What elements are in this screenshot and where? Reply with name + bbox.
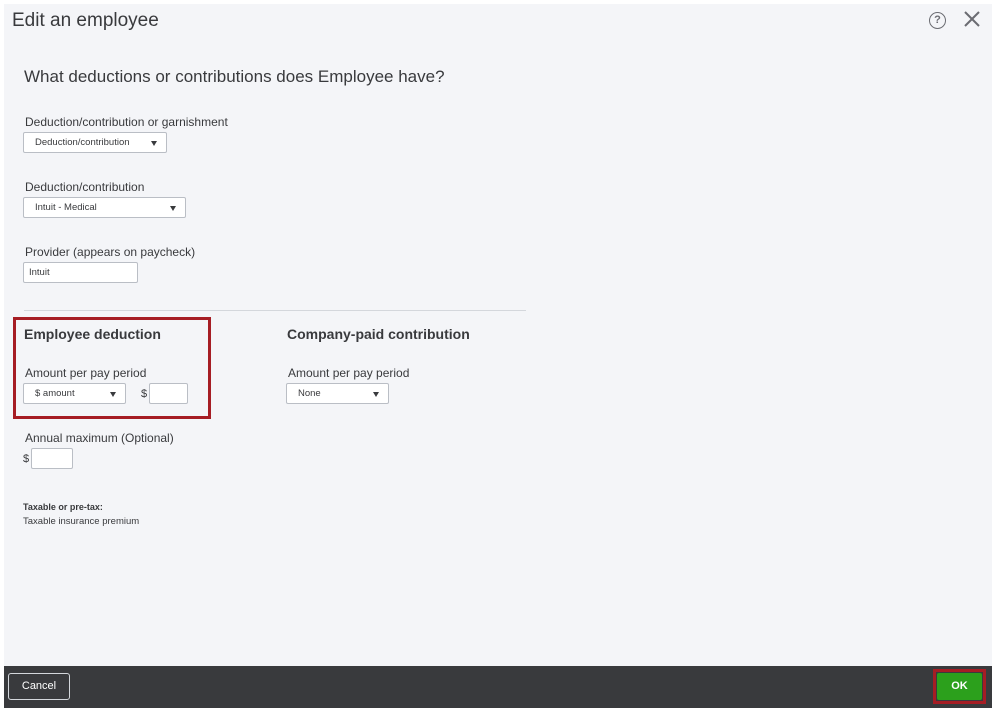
chevron-down-icon (110, 392, 116, 397)
employee-amount-label: Amount per pay period (25, 366, 147, 380)
employee-amount-input[interactable] (149, 383, 188, 404)
company-contribution-title: Company-paid contribution (287, 326, 470, 342)
close-icon[interactable] (961, 8, 983, 30)
deduction-label: Deduction/contribution (25, 180, 145, 194)
chevron-down-icon (151, 141, 157, 146)
help-icon[interactable]: ? (929, 12, 946, 29)
ok-button[interactable]: OK (937, 673, 982, 700)
tax-status-label: Taxable or pre-tax: (23, 502, 103, 512)
annual-currency-symbol: $ (23, 453, 30, 465)
company-amount-type-select[interactable]: None (286, 383, 389, 404)
type-select[interactable]: Deduction/contribution (23, 132, 167, 153)
dialog-title: Edit an employee (12, 10, 159, 31)
deduction-select[interactable]: Intuit - Medical (23, 197, 186, 218)
form-heading: What deductions or contributions does Em… (24, 67, 445, 86)
employee-amount-type-value: $ amount (35, 388, 75, 399)
company-amount-label: Amount per pay period (288, 366, 410, 380)
employee-amount-type-select[interactable]: $ amount (23, 383, 126, 404)
employee-deduction-title: Employee deduction (24, 326, 161, 342)
section-divider (24, 310, 526, 311)
edit-employee-dialog: Edit an employee ? What deductions or co… (4, 4, 992, 708)
chevron-down-icon (170, 206, 176, 211)
cancel-button[interactable]: Cancel (8, 673, 70, 700)
deduction-select-value: Intuit - Medical (35, 202, 97, 213)
currency-symbol: $ (141, 388, 148, 400)
chevron-down-icon (373, 392, 379, 397)
dialog-footer: Cancel OK (4, 666, 992, 708)
annual-maximum-input[interactable] (31, 448, 73, 469)
provider-input[interactable]: Intuit (23, 262, 138, 283)
company-amount-type-value: None (298, 388, 321, 399)
annual-maximum-label: Annual maximum (Optional) (25, 431, 174, 445)
tax-status-value: Taxable insurance premium (23, 516, 140, 527)
type-label: Deduction/contribution or garnishment (25, 115, 228, 129)
provider-label: Provider (appears on paycheck) (25, 245, 196, 259)
type-select-value: Deduction/contribution (35, 137, 130, 148)
